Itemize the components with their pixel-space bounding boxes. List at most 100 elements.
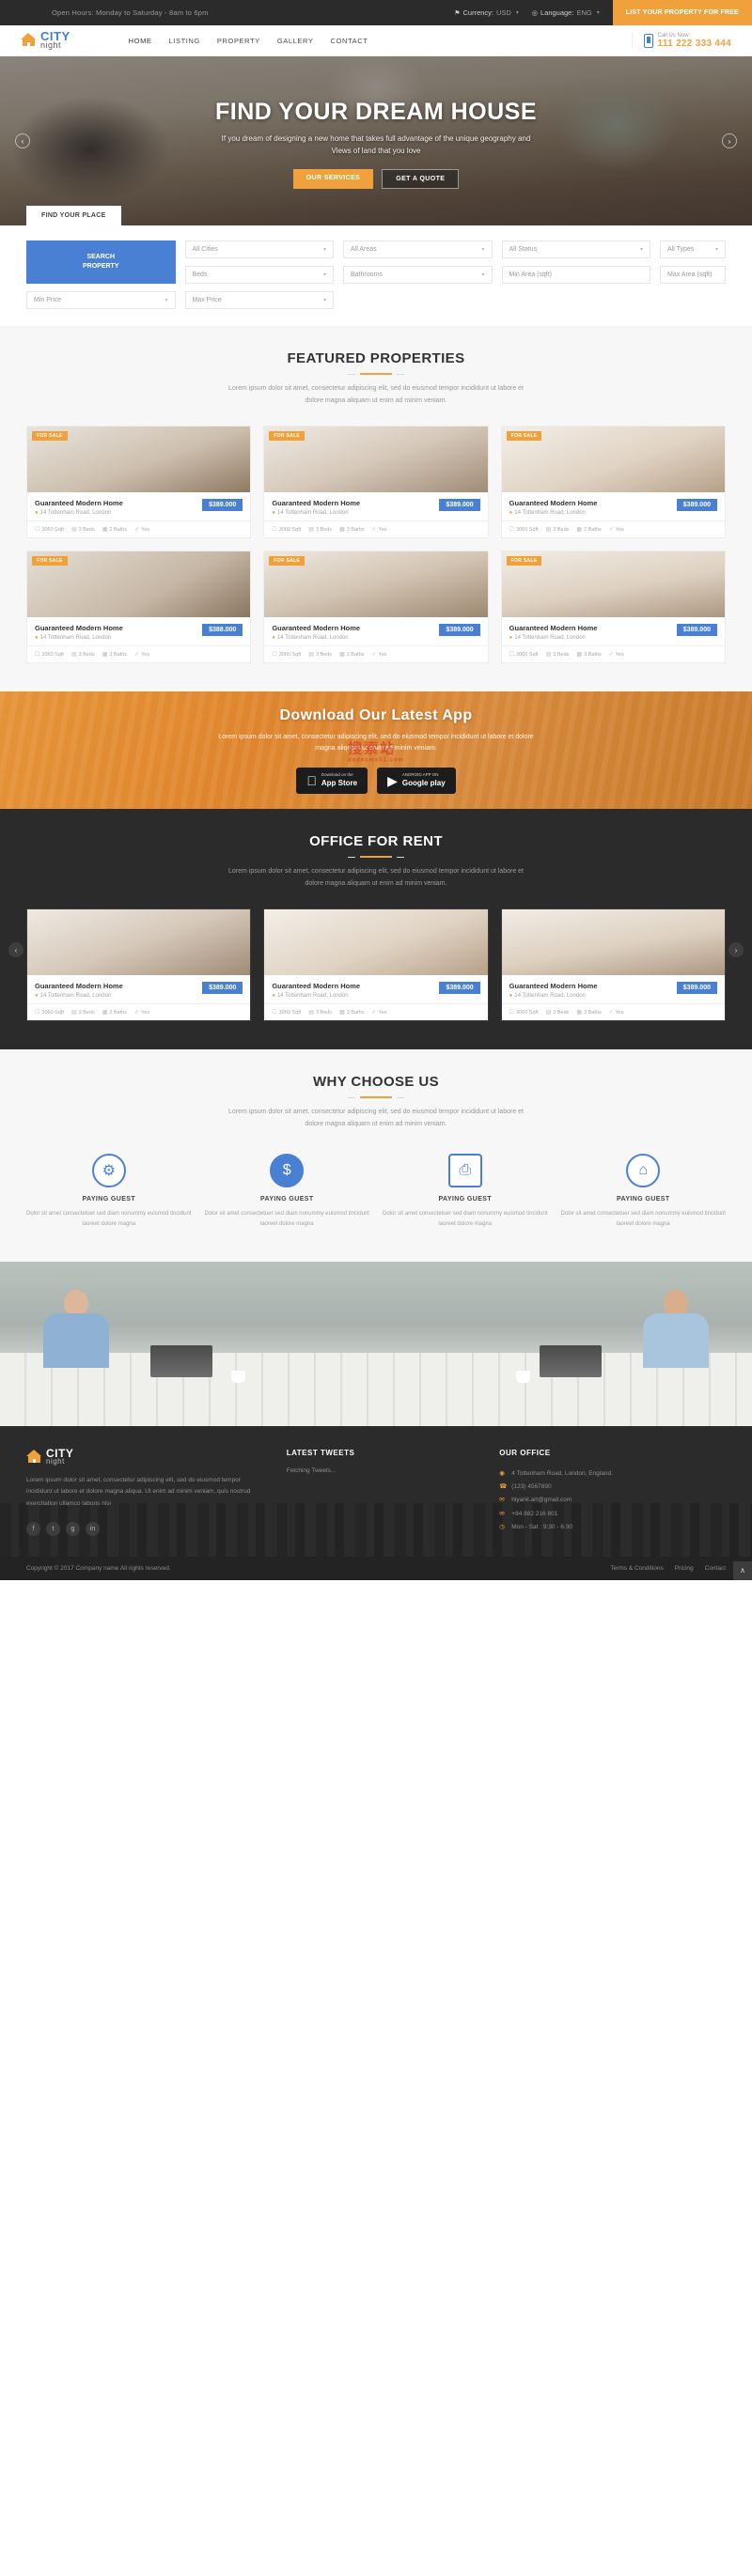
meta-extra: ✓ Yes [134, 651, 150, 659]
get-a-quote-button[interactable]: GET A QUOTE [382, 169, 460, 190]
property-card[interactable]: FOR SALE Guaranteed Modern Home ● 14 Tott… [26, 426, 252, 539]
search-field-all-status[interactable]: All Status ▾ [501, 241, 650, 258]
language-selector[interactable]: ◎ Language: ENG ▾ [532, 8, 600, 17]
our-services-button[interactable]: OUR SERVICES [292, 169, 374, 190]
search-field-min-area[interactable]: Min Area (sqft) [501, 266, 650, 284]
top-bar: Open Hours: Monday to Saturday - 8am to … [0, 0, 752, 25]
search-field-all-cities[interactable]: All Cities ▾ [184, 241, 334, 258]
store-buttons:  Download on the App Store ▶ ANDROID AP… [296, 767, 456, 794]
envelope-icon: ✉ [499, 1497, 505, 1504]
property-price: $389.000 [439, 624, 480, 637]
linkedin-icon[interactable]: in [86, 1521, 100, 1536]
check-icon: ✓ [134, 527, 140, 534]
site-logo[interactable]: CITY night [21, 30, 70, 50]
office-card[interactable]: Guaranteed Modern Home ● 14 Tottenham Roa… [26, 908, 252, 1022]
footer-logo[interactable]: CITY night [26, 1448, 262, 1466]
search-field-all-types[interactable]: All Types ▾ [660, 241, 726, 258]
meta-extra: ✓ Yes [608, 1009, 624, 1016]
search-field-max-price[interactable]: Max Price ▾ [184, 291, 334, 309]
bed-icon: ▤ [70, 652, 77, 659]
contact-text: (123) 4567890 [511, 1483, 552, 1491]
search-field-min-price[interactable]: Min Price ▾ [26, 291, 176, 309]
check-icon: ✓ [608, 527, 614, 534]
back-to-top-button[interactable]: ∧ [733, 1560, 752, 1580]
bed-icon: ▤ [545, 652, 552, 659]
field-value: Min Area (sqft) [509, 272, 553, 278]
nav-item-home[interactable]: HOME [129, 37, 152, 45]
site-header: CITY night HOME LISTING PROPERTY GALLERY… [0, 25, 752, 56]
link-contact[interactable]: Contact [705, 1565, 726, 1572]
search-property-button[interactable]: SEARCH PROPERTY [26, 241, 176, 284]
office-prev-arrow-icon[interactable]: ‹ [8, 942, 24, 958]
property-card[interactable]: FOR SALE Guaranteed Modern Home ● 14 Tott… [26, 551, 252, 664]
featured-cards-grid: FOR SALE Guaranteed Modern Home ● 14 Tott… [26, 426, 726, 664]
property-card[interactable]: FOR SALE Guaranteed Modern Home ● 14 Tott… [500, 426, 726, 539]
team-photo-banner [0, 1261, 752, 1426]
location-pin-icon: ● [35, 635, 39, 642]
chevron-down-icon: ▾ [596, 10, 600, 16]
slider-prev-arrow-icon[interactable]: ‹ [15, 133, 30, 148]
currency-selector[interactable]: ⚑ Currency: USD ▾ [454, 8, 519, 17]
link-terms[interactable]: Terms & Conditions [610, 1565, 663, 1572]
find-your-place-tab[interactable]: FIND YOUR PLACE [26, 206, 121, 225]
list-property-button[interactable]: LIST YOUR PROPERTY FOR FREE [612, 0, 752, 25]
office-next-arrow-icon[interactable]: › [728, 942, 744, 958]
bed-icon: ▤ [70, 527, 77, 534]
person-right [643, 1289, 709, 1368]
meta-extra: ✓ Yes [134, 526, 150, 534]
search-field-max-area[interactable]: Max Area (sqft) [660, 266, 726, 284]
bath-icon: ▦ [339, 527, 345, 534]
property-card[interactable]: FOR SALE Guaranteed Modern Home ● 14 Tott… [263, 551, 489, 664]
meta-sqft: ☐ 3060 Sqft [509, 1009, 539, 1016]
meta-beds: ▤ 3 Beds [308, 526, 333, 534]
feature-item: $ PAYING GUEST Dolor sit amet consectetu… [205, 1153, 370, 1230]
twitter-icon[interactable]: t [46, 1521, 60, 1536]
googleplay-button[interactable]: ▶ ANDROID APP ON Google play [377, 767, 456, 794]
footer-about-column: CITY night Lorem ipsum dolor sit amet, c… [26, 1448, 262, 1536]
hero-slider: FIND YOUR DREAM HOUSE If you dream of de… [0, 56, 752, 225]
property-image: FOR SALE [27, 551, 251, 618]
facebook-icon[interactable]: f [26, 1521, 40, 1536]
meta-baths: ▦ 3 Baths [339, 526, 365, 534]
link-pricing[interactable]: Pricing [675, 1565, 694, 1572]
contact-email[interactable]: ✉ hiyanil.art@gmail.com [499, 1494, 726, 1507]
nav-item-contact[interactable]: CONTACT [331, 37, 368, 45]
google-plus-icon[interactable]: g [66, 1521, 80, 1536]
currency-label: Currency: [462, 8, 494, 17]
office-name: Guaranteed Modern Home [272, 982, 361, 991]
bath-icon: ▦ [102, 527, 108, 534]
office-card[interactable]: Guaranteed Modern Home ● 14 Tottenham Roa… [500, 908, 726, 1022]
property-price: $389.000 [676, 499, 717, 512]
nav-item-property[interactable]: PROPERTY [217, 37, 260, 45]
meta-baths: ▦ 2 Baths [102, 1009, 128, 1016]
laptop-left [150, 1344, 212, 1377]
nav-item-gallery[interactable]: GALLERY [277, 37, 314, 45]
search-field-bathrooms[interactable]: Bathrooms ▾ [343, 266, 493, 284]
area-icon: ☐ [35, 1010, 40, 1016]
search-field-all-areas[interactable]: All Areas ▾ [343, 241, 493, 258]
call-us-block[interactable]: Call Us Now 111 222 333 444 [631, 32, 731, 49]
property-card[interactable]: FOR SALE Guaranteed Modern Home ● 14 Tott… [500, 551, 726, 664]
property-address: ● 14 Tottenham Road, London [509, 635, 586, 642]
search-field-beds[interactable]: Beds ▾ [184, 266, 334, 284]
contact-phone: ☎ (123) 4567890 [499, 1481, 726, 1494]
why-choose-us-section: WHY CHOOSE US Lorem ipsum dolor sit amet… [0, 1049, 752, 1262]
globe-icon: ◎ [531, 9, 538, 17]
appstore-button[interactable]:  Download on the App Store [296, 767, 368, 794]
chevron-down-icon: ▾ [322, 247, 326, 253]
meta-beds: ▤ 3 Beds [70, 526, 95, 534]
open-hours-text: Open Hours: Monday to Saturday - 8am to … [52, 8, 209, 17]
contact-text: 4 Tottenham Road, London, England. [511, 1469, 613, 1477]
slider-next-arrow-icon[interactable]: › [722, 133, 737, 148]
nav-item-listing[interactable]: LISTING [169, 37, 200, 45]
feature-item: ⌂ PAYING GUEST Dolor sit amet consectetu… [561, 1153, 727, 1230]
property-image: FOR SALE [501, 427, 725, 493]
property-address: ● 14 Tottenham Road, London [272, 635, 349, 642]
office-image [27, 909, 251, 976]
property-card[interactable]: FOR SALE Guaranteed Modern Home ● 14 Tott… [263, 426, 489, 539]
check-icon: ✓ [371, 652, 377, 659]
property-image: FOR SALE [27, 427, 251, 493]
office-card[interactable]: Guaranteed Modern Home ● 14 Tottenham Roa… [263, 908, 489, 1022]
contact-list: ◉ 4 Tottenham Road, London, England. ☎ (… [499, 1467, 726, 1534]
property-name: Guaranteed Modern Home [35, 624, 123, 633]
